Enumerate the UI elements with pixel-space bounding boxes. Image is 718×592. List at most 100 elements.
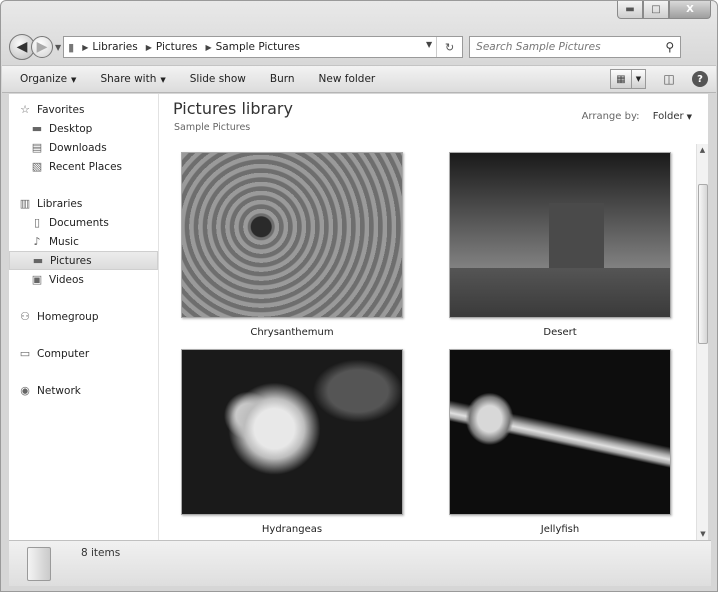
nav-homegroup-label: Homegroup [37, 310, 99, 323]
nav-documents-label: Documents [49, 216, 109, 229]
nav-pictures-label: Pictures [50, 254, 92, 267]
forward-arrow-icon: ▶ [36, 39, 48, 55]
chevron-down-icon: ▼ [71, 76, 77, 84]
desert-image [449, 152, 671, 318]
breadcrumb-sample-pictures[interactable]: Sample Pictures [216, 41, 300, 53]
library-icon [27, 547, 51, 581]
hydrangeas-image [181, 349, 403, 515]
star-icon: ☆ [20, 103, 30, 116]
search-icon[interactable]: ⚲ [665, 40, 674, 54]
nav-pictures[interactable]: ▬ Pictures [9, 251, 158, 270]
chevron-down-icon: ▼ [635, 75, 642, 83]
scrollbar-thumb[interactable] [698, 184, 708, 344]
recent-places-icon: ▧ [31, 160, 43, 173]
explorer-window: ▬ □ X ◀ ▶ ▼ ▮ ▶ Libraries ▶ Pictures ▶ S… [0, 0, 718, 592]
nav-favorites-label: Favorites [37, 103, 85, 116]
share-with-label: Share with [100, 73, 157, 85]
nav-videos[interactable]: ▣ Videos [9, 270, 158, 289]
libraries-icon: ▥ [19, 197, 31, 210]
refresh-button[interactable]: ↻ [436, 37, 462, 57]
thumbnail-item[interactable]: Hydrangeas [181, 349, 403, 535]
help-button[interactable]: ? [692, 71, 708, 87]
arrange-by-dropdown[interactable]: Folder ▼ [653, 111, 692, 122]
nav-desktop[interactable]: ▬ Desktop [9, 119, 158, 138]
nav-recent-places-label: Recent Places [49, 160, 123, 173]
recent-pages-dropdown[interactable]: ▼ [55, 43, 61, 52]
page-title: Pictures library [173, 99, 293, 118]
slide-show-button[interactable]: Slide show [190, 73, 246, 85]
burn-button[interactable]: Burn [270, 73, 295, 85]
nav-computer[interactable]: ▭ Computer [9, 344, 158, 363]
details-pane: 8 items [9, 540, 711, 586]
video-icon: ▣ [31, 273, 43, 286]
search-box: ⚲ [469, 36, 682, 58]
nav-desktop-label: Desktop [49, 122, 93, 135]
nav-libraries-label: Libraries [37, 197, 83, 210]
new-folder-button[interactable]: New folder [319, 73, 376, 85]
document-icon: ▯ [33, 216, 41, 229]
page-subtitle: Sample Pictures [174, 122, 251, 133]
folder-icon: ▮ [68, 40, 75, 54]
vertical-scrollbar[interactable]: ▲ ▼ [696, 144, 708, 540]
organize-label: Organize [20, 73, 68, 85]
breadcrumb-separator-icon[interactable]: ▶ [205, 43, 211, 52]
share-with-button[interactable]: Share with ▼ [100, 73, 165, 85]
address-row: ◀ ▶ ▼ ▮ ▶ Libraries ▶ Pictures ▶ Sample … [9, 34, 711, 60]
search-input[interactable] [476, 41, 666, 53]
preview-pane-icon: ◫ [663, 72, 675, 86]
view-icon: ▦ [616, 73, 626, 85]
breadcrumb-libraries[interactable]: Libraries [92, 41, 137, 53]
thumbnail-item[interactable]: Desert [449, 152, 671, 338]
refresh-icon: ↻ [445, 40, 455, 54]
navigation-pane: ☆ Favorites ▬ Desktop ▤ Downloads ▧ Recent P… [9, 94, 159, 540]
close-button[interactable]: X [669, 1, 711, 19]
nav-music-label: Music [49, 235, 79, 248]
chrysanthemum-image [181, 152, 403, 318]
breadcrumb-separator-icon[interactable]: ▶ [146, 43, 152, 52]
nav-downloads[interactable]: ▤ Downloads [9, 138, 158, 157]
arrange-by: Arrange by: Folder ▼ [582, 111, 692, 122]
nav-homegroup[interactable]: ⚇ Homegroup [9, 307, 158, 326]
nav-computer-label: Computer [37, 347, 90, 360]
nav-recent-places[interactable]: ▧ Recent Places [9, 157, 158, 176]
jellyfish-image [449, 349, 671, 515]
preview-pane-button[interactable]: ◫ [658, 69, 680, 89]
arrange-by-label: Arrange by: [581, 111, 640, 122]
thumbnail-item[interactable]: Jellyfish [449, 349, 671, 535]
view-controls: ▦ ▼ ◫ ? [610, 69, 708, 89]
nav-music[interactable]: ♪ Music [9, 232, 158, 251]
pictures-icon: ▬ [32, 254, 44, 267]
caption-buttons: ▬ □ X [617, 1, 711, 19]
forward-button[interactable]: ▶ [31, 36, 53, 58]
organize-button[interactable]: Organize ▼ [20, 73, 76, 85]
network-icon: ◉ [20, 384, 30, 397]
nav-network[interactable]: ◉ Network [9, 381, 158, 400]
back-arrow-icon: ◀ [16, 39, 28, 55]
nav-favorites[interactable]: ☆ Favorites [9, 100, 158, 119]
minimize-button[interactable]: ▬ [617, 1, 643, 19]
view-options-dropdown[interactable]: ▼ [632, 69, 646, 89]
address-dropdown-icon[interactable]: ▼ [426, 40, 432, 49]
breadcrumb-pictures[interactable]: Pictures [156, 41, 198, 53]
nav-libraries[interactable]: ▥ Libraries [9, 194, 158, 213]
chevron-down-icon: ▼ [686, 113, 692, 121]
desktop-icon: ▬ [31, 122, 43, 135]
scroll-up-icon[interactable]: ▲ [697, 144, 708, 156]
arrange-by-value: Folder [652, 111, 684, 122]
change-view-button[interactable]: ▦ [610, 69, 632, 89]
chevron-down-icon: ▼ [160, 76, 166, 84]
breadcrumb-separator-icon[interactable]: ▶ [82, 43, 88, 52]
music-note-icon: ♪ [33, 235, 41, 248]
nav-downloads-label: Downloads [49, 141, 107, 154]
help-icon: ? [697, 73, 703, 85]
thumbnail-item[interactable]: Chrysanthemum [181, 152, 403, 338]
item-count: 8 items [81, 547, 121, 559]
thumbnail-caption: Chrysanthemum [250, 327, 334, 338]
content-pane: Pictures library Sample Pictures Arrange… [159, 94, 708, 540]
maximize-button[interactable]: □ [643, 1, 669, 19]
nav-documents[interactable]: ▯ Documents [9, 213, 158, 232]
command-bar: Organize ▼ Share with ▼ Slide show Burn Ne… [2, 65, 716, 93]
address-bar[interactable]: ▮ ▶ Libraries ▶ Pictures ▶ Sample Pictur… [63, 36, 464, 58]
scroll-down-icon[interactable]: ▼ [697, 528, 708, 540]
computer-icon: ▭ [19, 347, 31, 360]
